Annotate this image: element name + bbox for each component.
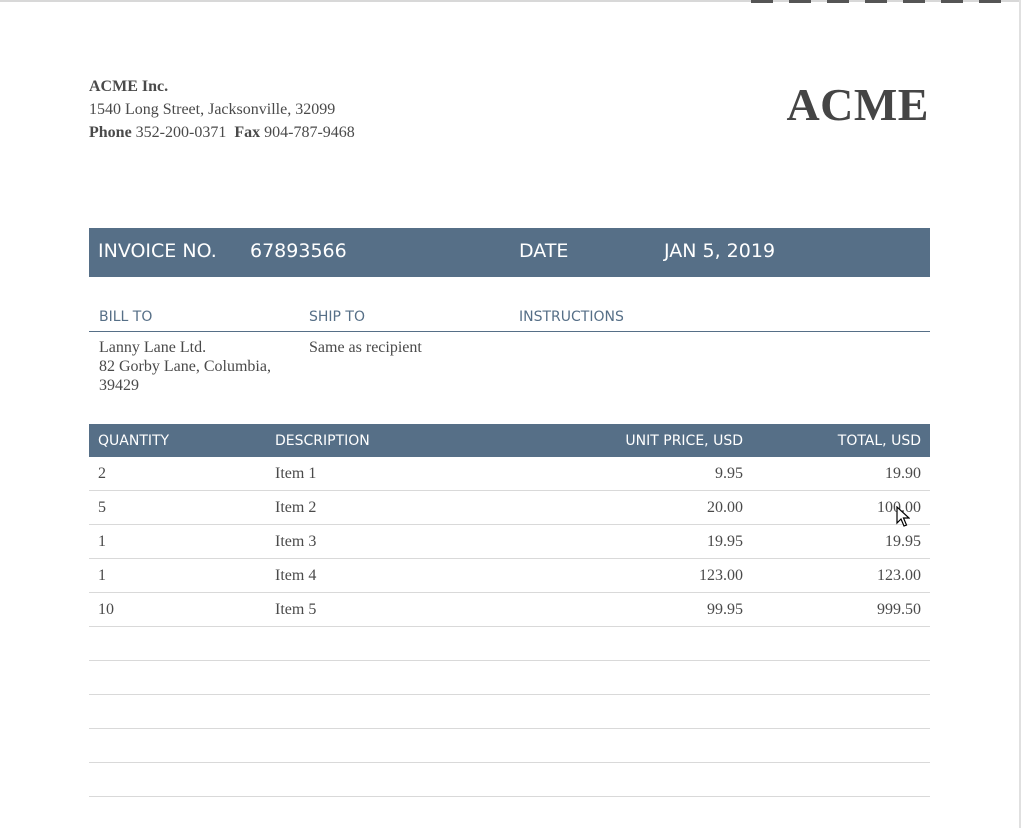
ship-to-value: Same as recipient	[309, 339, 422, 356]
company-contacts: Phone 352-200-0371 Fax 904-787-9468	[89, 121, 355, 144]
toolbar-ticks	[751, 0, 1011, 3]
table-header-row: QUANTITY DESCRIPTION UNIT PRICE, USD TOT…	[89, 424, 930, 457]
quantity-cell: 10	[89, 592, 266, 627]
unit-price-cell: 99.95	[536, 592, 752, 627]
unit-price-cell	[536, 694, 752, 729]
description-cell: Item 4	[266, 558, 536, 593]
quantity-cell	[89, 762, 266, 797]
company-logo: ACME	[786, 79, 929, 130]
unit-price-cell: 19.95	[536, 524, 752, 559]
line-items-table: QUANTITY DESCRIPTION UNIT PRICE, USD TOT…	[89, 424, 930, 797]
unit-price-cell: 20.00	[536, 490, 752, 525]
description-cell: Item 5	[266, 592, 536, 627]
quantity-cell	[89, 728, 266, 763]
company-name: ACME Inc.	[89, 78, 169, 95]
quantity-cell: 1	[89, 524, 266, 559]
column-header-description: DESCRIPTION	[266, 424, 536, 457]
total-cell: 999.50	[752, 592, 930, 627]
fax-label: Fax	[234, 124, 261, 141]
bill-to-label: BILL TO	[99, 309, 153, 325]
total-cell	[752, 626, 930, 661]
quantity-cell	[89, 694, 266, 729]
description-cell	[266, 694, 536, 729]
company-info: ACME Inc. 1540 Long Street, Jacksonville…	[89, 75, 355, 144]
column-header-unit-price: UNIT PRICE, USD	[536, 424, 752, 457]
invoice-number-label: INVOICE NO.	[98, 240, 217, 262]
quantity-cell: 1	[89, 558, 266, 593]
quantity-cell: 5	[89, 490, 266, 525]
quantity-cell: 2	[89, 457, 266, 491]
unit-price-cell	[536, 626, 752, 661]
description-cell: Item 1	[266, 457, 536, 491]
bill-to-address: Lanny Lane Ltd. 82 Gorby Lane, Columbia,…	[99, 338, 271, 395]
total-cell	[752, 728, 930, 763]
description-cell	[266, 660, 536, 695]
bill-to-line: 82 Gorby Lane, Columbia,	[99, 358, 271, 375]
table-row: 1 Item 4 123.00 123.00	[89, 558, 930, 593]
description-cell: Item 2	[266, 490, 536, 525]
quantity-cell	[89, 660, 266, 695]
invoice-number: 67893566	[250, 240, 347, 262]
bill-to-line: 39429	[99, 377, 139, 394]
table-row-empty	[89, 694, 930, 729]
description-cell	[266, 626, 536, 661]
instructions-label: INSTRUCTIONS	[519, 309, 624, 325]
unit-price-cell	[536, 762, 752, 797]
invoice-date: JAN 5, 2019	[664, 240, 776, 262]
parties-header: BILL TO SHIP TO INSTRUCTIONS	[89, 308, 930, 332]
table-row-empty	[89, 762, 930, 797]
bill-to-line: Lanny Lane Ltd.	[99, 339, 207, 356]
unit-price-cell	[536, 660, 752, 695]
company-address: 1540 Long Street, Jacksonville, 32099	[89, 101, 336, 118]
quantity-cell	[89, 626, 266, 661]
unit-price-cell: 123.00	[536, 558, 752, 593]
table-row: 2 Item 1 9.95 19.90	[89, 457, 930, 491]
total-cell: 123.00	[752, 558, 930, 593]
phone-label: Phone	[89, 124, 132, 141]
invoice-header-bar: INVOICE NO. 67893566 DATE JAN 5, 2019	[89, 228, 930, 277]
fax-value: 904-787-9468	[264, 124, 355, 141]
unit-price-cell	[536, 728, 752, 763]
total-cell: 19.90	[752, 457, 930, 491]
table-row-empty	[89, 626, 930, 661]
total-cell	[752, 694, 930, 729]
unit-price-cell: 9.95	[536, 457, 752, 491]
table-row: 10 Item 5 99.95 999.50	[89, 592, 930, 627]
column-header-total: TOTAL, USD	[752, 424, 930, 457]
description-cell	[266, 762, 536, 797]
total-cell	[752, 660, 930, 695]
total-cell	[752, 762, 930, 797]
table-row: 5 Item 2 20.00 100.00	[89, 490, 930, 525]
date-label: DATE	[519, 240, 569, 262]
phone-value: 352-200-0371	[135, 124, 227, 141]
parties-section: BILL TO SHIP TO INSTRUCTIONS Lanny Lane …	[89, 308, 930, 402]
parties-values: Lanny Lane Ltd. 82 Gorby Lane, Columbia,…	[89, 332, 930, 402]
table-row-empty	[89, 728, 930, 763]
mouse-cursor-icon	[896, 506, 910, 527]
table-row-empty	[89, 660, 930, 695]
description-cell: Item 3	[266, 524, 536, 559]
description-cell	[266, 728, 536, 763]
total-cell: 19.95	[752, 524, 930, 559]
ship-to-label: SHIP TO	[309, 309, 366, 325]
table-row: 1 Item 3 19.95 19.95	[89, 524, 930, 559]
column-header-quantity: QUANTITY	[89, 424, 266, 457]
